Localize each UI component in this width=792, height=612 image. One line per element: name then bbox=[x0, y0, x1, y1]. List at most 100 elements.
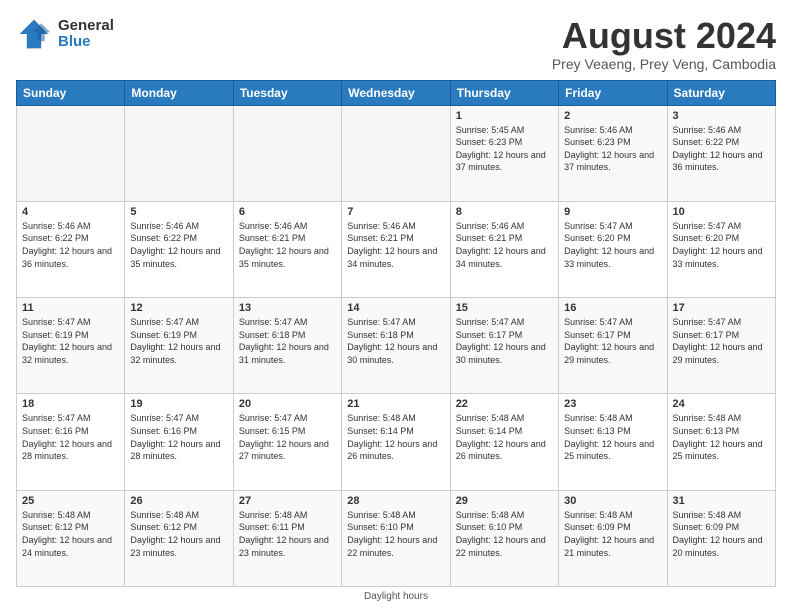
header-sunday: Sunday bbox=[17, 80, 125, 105]
logo: General Blue bbox=[16, 16, 114, 52]
header-friday: Friday bbox=[559, 80, 667, 105]
day-info: Sunrise: 5:47 AMSunset: 6:18 PMDaylight:… bbox=[239, 317, 329, 365]
day-cell: 12 Sunrise: 5:47 AMSunset: 6:19 PMDaylig… bbox=[125, 298, 233, 394]
day-info: Sunrise: 5:48 AMSunset: 6:12 PMDaylight:… bbox=[22, 510, 112, 558]
week-row-4: 25 Sunrise: 5:48 AMSunset: 6:12 PMDaylig… bbox=[17, 490, 776, 586]
day-info: Sunrise: 5:48 AMSunset: 6:14 PMDaylight:… bbox=[347, 413, 437, 461]
day-info: Sunrise: 5:47 AMSunset: 6:19 PMDaylight:… bbox=[22, 317, 112, 365]
day-number: 13 bbox=[239, 302, 336, 314]
day-number: 18 bbox=[22, 398, 119, 410]
day-cell bbox=[233, 105, 341, 201]
day-cell: 29 Sunrise: 5:48 AMSunset: 6:10 PMDaylig… bbox=[450, 490, 558, 586]
day-info: Sunrise: 5:46 AMSunset: 6:22 PMDaylight:… bbox=[22, 221, 112, 269]
day-info: Sunrise: 5:47 AMSunset: 6:15 PMDaylight:… bbox=[239, 413, 329, 461]
day-info: Sunrise: 5:48 AMSunset: 6:09 PMDaylight:… bbox=[564, 510, 654, 558]
day-cell: 20 Sunrise: 5:47 AMSunset: 6:15 PMDaylig… bbox=[233, 394, 341, 490]
calendar-subtitle: Prey Veaeng, Prey Veng, Cambodia bbox=[552, 56, 776, 72]
day-info: Sunrise: 5:48 AMSunset: 6:12 PMDaylight:… bbox=[130, 510, 220, 558]
day-cell: 19 Sunrise: 5:47 AMSunset: 6:16 PMDaylig… bbox=[125, 394, 233, 490]
day-number: 2 bbox=[564, 110, 661, 122]
week-row-0: 1 Sunrise: 5:45 AMSunset: 6:23 PMDayligh… bbox=[17, 105, 776, 201]
header-thursday: Thursday bbox=[450, 80, 558, 105]
day-info: Sunrise: 5:46 AMSunset: 6:22 PMDaylight:… bbox=[130, 221, 220, 269]
logo-general-text: General bbox=[58, 18, 114, 35]
day-cell: 18 Sunrise: 5:47 AMSunset: 6:16 PMDaylig… bbox=[17, 394, 125, 490]
day-cell: 31 Sunrise: 5:48 AMSunset: 6:09 PMDaylig… bbox=[667, 490, 775, 586]
day-info: Sunrise: 5:46 AMSunset: 6:21 PMDaylight:… bbox=[347, 221, 437, 269]
day-info: Sunrise: 5:47 AMSunset: 6:17 PMDaylight:… bbox=[673, 317, 763, 365]
day-cell: 21 Sunrise: 5:48 AMSunset: 6:14 PMDaylig… bbox=[342, 394, 450, 490]
day-info: Sunrise: 5:46 AMSunset: 6:21 PMDaylight:… bbox=[456, 221, 546, 269]
day-number: 15 bbox=[456, 302, 553, 314]
day-cell: 14 Sunrise: 5:47 AMSunset: 6:18 PMDaylig… bbox=[342, 298, 450, 394]
day-cell bbox=[17, 105, 125, 201]
day-info: Sunrise: 5:46 AMSunset: 6:22 PMDaylight:… bbox=[673, 125, 763, 173]
day-info: Sunrise: 5:48 AMSunset: 6:13 PMDaylight:… bbox=[673, 413, 763, 461]
day-number: 11 bbox=[22, 302, 119, 314]
day-cell: 2 Sunrise: 5:46 AMSunset: 6:23 PMDayligh… bbox=[559, 105, 667, 201]
day-cell: 5 Sunrise: 5:46 AMSunset: 6:22 PMDayligh… bbox=[125, 201, 233, 297]
day-cell: 4 Sunrise: 5:46 AMSunset: 6:22 PMDayligh… bbox=[17, 201, 125, 297]
day-cell: 11 Sunrise: 5:47 AMSunset: 6:19 PMDaylig… bbox=[17, 298, 125, 394]
logo-blue-text: Blue bbox=[58, 34, 114, 51]
day-cell: 7 Sunrise: 5:46 AMSunset: 6:21 PMDayligh… bbox=[342, 201, 450, 297]
day-number: 28 bbox=[347, 495, 444, 507]
header-tuesday: Tuesday bbox=[233, 80, 341, 105]
week-row-1: 4 Sunrise: 5:46 AMSunset: 6:22 PMDayligh… bbox=[17, 201, 776, 297]
week-row-2: 11 Sunrise: 5:47 AMSunset: 6:19 PMDaylig… bbox=[17, 298, 776, 394]
day-info: Sunrise: 5:47 AMSunset: 6:20 PMDaylight:… bbox=[673, 221, 763, 269]
day-cell: 9 Sunrise: 5:47 AMSunset: 6:20 PMDayligh… bbox=[559, 201, 667, 297]
day-cell: 10 Sunrise: 5:47 AMSunset: 6:20 PMDaylig… bbox=[667, 201, 775, 297]
day-number: 31 bbox=[673, 495, 770, 507]
header-wednesday: Wednesday bbox=[342, 80, 450, 105]
day-number: 21 bbox=[347, 398, 444, 410]
page: General Blue August 2024 Prey Veaeng, Pr… bbox=[0, 0, 792, 612]
day-info: Sunrise: 5:47 AMSunset: 6:16 PMDaylight:… bbox=[22, 413, 112, 461]
footer-note: Daylight hours bbox=[16, 591, 776, 602]
day-number: 5 bbox=[130, 206, 227, 218]
day-cell: 15 Sunrise: 5:47 AMSunset: 6:17 PMDaylig… bbox=[450, 298, 558, 394]
day-info: Sunrise: 5:47 AMSunset: 6:17 PMDaylight:… bbox=[456, 317, 546, 365]
day-cell: 27 Sunrise: 5:48 AMSunset: 6:11 PMDaylig… bbox=[233, 490, 341, 586]
day-info: Sunrise: 5:48 AMSunset: 6:14 PMDaylight:… bbox=[456, 413, 546, 461]
day-number: 29 bbox=[456, 495, 553, 507]
day-cell: 1 Sunrise: 5:45 AMSunset: 6:23 PMDayligh… bbox=[450, 105, 558, 201]
top-section: General Blue August 2024 Prey Veaeng, Pr… bbox=[16, 16, 776, 72]
day-number: 24 bbox=[673, 398, 770, 410]
day-info: Sunrise: 5:48 AMSunset: 6:10 PMDaylight:… bbox=[347, 510, 437, 558]
week-row-3: 18 Sunrise: 5:47 AMSunset: 6:16 PMDaylig… bbox=[17, 394, 776, 490]
day-cell: 8 Sunrise: 5:46 AMSunset: 6:21 PMDayligh… bbox=[450, 201, 558, 297]
header-saturday: Saturday bbox=[667, 80, 775, 105]
day-info: Sunrise: 5:46 AMSunset: 6:21 PMDaylight:… bbox=[239, 221, 329, 269]
day-info: Sunrise: 5:48 AMSunset: 6:09 PMDaylight:… bbox=[673, 510, 763, 558]
day-cell: 22 Sunrise: 5:48 AMSunset: 6:14 PMDaylig… bbox=[450, 394, 558, 490]
day-number: 20 bbox=[239, 398, 336, 410]
day-info: Sunrise: 5:46 AMSunset: 6:23 PMDaylight:… bbox=[564, 125, 654, 173]
day-number: 22 bbox=[456, 398, 553, 410]
day-number: 14 bbox=[347, 302, 444, 314]
day-info: Sunrise: 5:48 AMSunset: 6:11 PMDaylight:… bbox=[239, 510, 329, 558]
header-row: Sunday Monday Tuesday Wednesday Thursday… bbox=[17, 80, 776, 105]
day-number: 12 bbox=[130, 302, 227, 314]
day-number: 19 bbox=[130, 398, 227, 410]
day-number: 4 bbox=[22, 206, 119, 218]
calendar-table: Sunday Monday Tuesday Wednesday Thursday… bbox=[16, 80, 776, 587]
day-number: 27 bbox=[239, 495, 336, 507]
calendar-title: August 2024 bbox=[552, 16, 776, 56]
day-number: 9 bbox=[564, 206, 661, 218]
logo-text: General Blue bbox=[58, 18, 114, 51]
day-info: Sunrise: 5:47 AMSunset: 6:20 PMDaylight:… bbox=[564, 221, 654, 269]
day-number: 3 bbox=[673, 110, 770, 122]
day-number: 10 bbox=[673, 206, 770, 218]
day-info: Sunrise: 5:48 AMSunset: 6:10 PMDaylight:… bbox=[456, 510, 546, 558]
day-cell: 26 Sunrise: 5:48 AMSunset: 6:12 PMDaylig… bbox=[125, 490, 233, 586]
day-cell: 24 Sunrise: 5:48 AMSunset: 6:13 PMDaylig… bbox=[667, 394, 775, 490]
day-cell: 28 Sunrise: 5:48 AMSunset: 6:10 PMDaylig… bbox=[342, 490, 450, 586]
day-number: 30 bbox=[564, 495, 661, 507]
day-cell bbox=[342, 105, 450, 201]
title-section: August 2024 Prey Veaeng, Prey Veng, Camb… bbox=[552, 16, 776, 72]
day-cell: 16 Sunrise: 5:47 AMSunset: 6:17 PMDaylig… bbox=[559, 298, 667, 394]
day-info: Sunrise: 5:47 AMSunset: 6:18 PMDaylight:… bbox=[347, 317, 437, 365]
day-cell: 17 Sunrise: 5:47 AMSunset: 6:17 PMDaylig… bbox=[667, 298, 775, 394]
header-monday: Monday bbox=[125, 80, 233, 105]
